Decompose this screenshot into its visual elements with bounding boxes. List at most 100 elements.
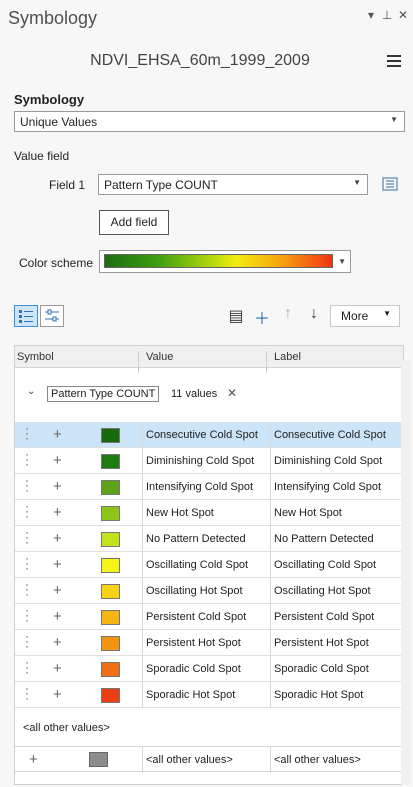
color-scheme-label: Color scheme [19, 256, 94, 270]
pane-options-icon[interactable]: ▾ [364, 8, 378, 22]
add-icon[interactable]: ＋ [253, 305, 271, 329]
layer-name: NDVI_EHSA_60m_1999_2009 [90, 52, 310, 69]
symbol-swatch[interactable] [101, 636, 120, 651]
symbol-swatch[interactable] [101, 662, 120, 677]
symbol-swatch[interactable] [101, 454, 120, 469]
drag-handle-icon[interactable]: · · · [25, 682, 33, 704]
add-icon[interactable]: + [53, 426, 62, 443]
add-icon[interactable]: + [53, 582, 62, 599]
add-all-values-icon[interactable]: ▤ [227, 306, 245, 326]
drag-handle-icon[interactable]: · · · [25, 656, 33, 678]
add-icon[interactable]: + [29, 751, 38, 768]
class-row[interactable]: · · · + Consecutive Cold Spot Consecutive Col… [15, 422, 403, 448]
drag-handle-icon[interactable]: · · · [25, 578, 33, 600]
field1-dropdown[interactable]: Pattern Type COUNT ▼ [98, 174, 368, 195]
add-icon[interactable]: + [53, 634, 62, 651]
chevron-down-icon: ▼ [353, 178, 361, 187]
group-field-name[interactable]: Pattern Type COUNT [47, 386, 160, 402]
drag-handle-icon[interactable]: · · · [25, 630, 33, 652]
class-row[interactable]: · · · + Intensifying Cold Spot Intensifying C… [15, 474, 403, 500]
class-row[interactable]: · · · + Oscillating Hot Spot Oscillating Hot … [15, 578, 403, 604]
drag-handle-icon[interactable]: · · · [25, 526, 33, 548]
symbol-swatch[interactable] [101, 610, 120, 625]
add-icon[interactable]: + [53, 478, 62, 495]
symbol-swatch[interactable] [101, 558, 120, 573]
collapse-chevron-icon[interactable]: ⌄ [27, 386, 35, 397]
drag-handle-icon[interactable]: · · · [25, 500, 33, 522]
symbology-method-dropdown[interactable]: Unique Values ▼ [14, 111, 405, 132]
field1-label: Field 1 [49, 178, 86, 192]
symbology-label: Symbology [14, 92, 85, 107]
add-icon[interactable]: + [53, 530, 62, 547]
symbol-swatch[interactable] [101, 506, 120, 521]
other-values-label[interactable]: <all other values> [274, 754, 361, 766]
drag-handle-icon[interactable]: · · · [25, 422, 33, 444]
class-label[interactable]: Sporadic Cold Spot [274, 663, 369, 675]
class-label[interactable]: Persistent Cold Spot [274, 611, 374, 623]
symbol-classes-grid: Symbol Value Label ⌄ Pattern Type COUNT … [14, 345, 404, 785]
class-label[interactable]: Oscillating Cold Spot [274, 559, 376, 571]
class-row[interactable]: · · · + Persistent Cold Spot Persistent Cold … [15, 604, 403, 630]
symbol-swatch[interactable] [101, 480, 120, 495]
class-label[interactable]: Sporadic Hot Spot [274, 689, 363, 701]
column-header-symbol[interactable]: Symbol [17, 351, 54, 363]
drag-handle-icon[interactable]: · · · [25, 474, 33, 496]
class-label[interactable]: No Pattern Detected [274, 533, 374, 545]
class-row[interactable]: · · · + No Pattern Detected No Pattern Detect… [15, 526, 403, 552]
move-down-icon[interactable]: ↓ [305, 305, 323, 323]
class-value: Sporadic Hot Spot [146, 689, 236, 701]
symbol-swatch[interactable] [101, 428, 120, 443]
class-row[interactable]: · · · + Diminishing Cold Spot Diminishing Col… [15, 448, 403, 474]
pin-icon[interactable]: ⊥ [380, 8, 394, 22]
class-value: Persistent Cold Spot [146, 611, 247, 623]
add-icon[interactable]: + [53, 556, 62, 573]
other-values-row[interactable]: + <all other values> <all other values> [15, 746, 403, 773]
color-ramp-preview [104, 254, 333, 268]
group-value-count: 11 values [171, 388, 218, 400]
class-value: Consecutive Cold Spot [146, 429, 258, 441]
class-label[interactable]: New Hot Spot [274, 507, 342, 519]
sliders-icon [45, 309, 59, 322]
symbol-swatch[interactable] [101, 688, 120, 703]
more-button[interactable]: More ▼ [330, 305, 400, 327]
drag-handle-icon[interactable]: · · · [25, 552, 33, 574]
close-icon[interactable]: ✕ [396, 8, 410, 22]
move-up-icon[interactable]: ↑ [279, 305, 297, 323]
column-header-label[interactable]: Label [274, 351, 301, 363]
class-label[interactable]: Consecutive Cold Spot [274, 429, 386, 441]
symbol-swatch[interactable] [89, 752, 108, 767]
class-value: Intensifying Cold Spot [146, 481, 254, 493]
class-label[interactable]: Intensifying Cold Spot [274, 481, 381, 493]
column-header-value[interactable]: Value [146, 351, 173, 363]
chevron-down-icon: ▼ [383, 309, 391, 318]
class-label[interactable]: Persistent Hot Spot [274, 637, 369, 649]
scales-view-button[interactable] [40, 305, 64, 327]
class-row[interactable]: · · · + New Hot Spot New Hot Spot [15, 500, 403, 526]
add-icon[interactable]: + [53, 608, 62, 625]
add-icon[interactable]: + [53, 452, 62, 469]
remove-group-icon[interactable]: ✕ [227, 386, 237, 400]
drag-handle-icon[interactable]: · · · [25, 448, 33, 470]
add-icon[interactable]: + [53, 686, 62, 703]
field-list-icon[interactable] [382, 177, 398, 191]
add-icon[interactable]: + [53, 660, 62, 677]
class-row[interactable]: · · · + Sporadic Cold Spot Sporadic Cold Spot [15, 656, 403, 682]
grid-scrollbar[interactable] [401, 360, 411, 785]
other-values-value: <all other values> [146, 754, 233, 766]
add-icon[interactable]: + [53, 504, 62, 521]
symbol-swatch[interactable] [101, 532, 120, 547]
add-field-button[interactable]: Add field [99, 210, 169, 235]
chevron-down-icon: ▼ [338, 257, 346, 266]
symbology-method-value: Unique Values [20, 115, 98, 129]
class-row[interactable]: · · · + Oscillating Cold Spot Oscillating Col… [15, 552, 403, 578]
classes-view-button[interactable] [14, 305, 38, 327]
drag-handle-icon[interactable]: · · · [25, 604, 33, 626]
value-field-label: Value field [14, 149, 70, 163]
class-row[interactable]: · · · + Persistent Hot Spot Persistent Hot Sp… [15, 630, 403, 656]
class-row[interactable]: · · · + Sporadic Hot Spot Sporadic Hot Spot [15, 682, 403, 708]
class-label[interactable]: Oscillating Hot Spot [274, 585, 371, 597]
symbol-swatch[interactable] [101, 584, 120, 599]
menu-icon[interactable] [387, 55, 401, 67]
class-value: No Pattern Detected [146, 533, 246, 545]
class-label[interactable]: Diminishing Cold Spot [274, 455, 382, 467]
